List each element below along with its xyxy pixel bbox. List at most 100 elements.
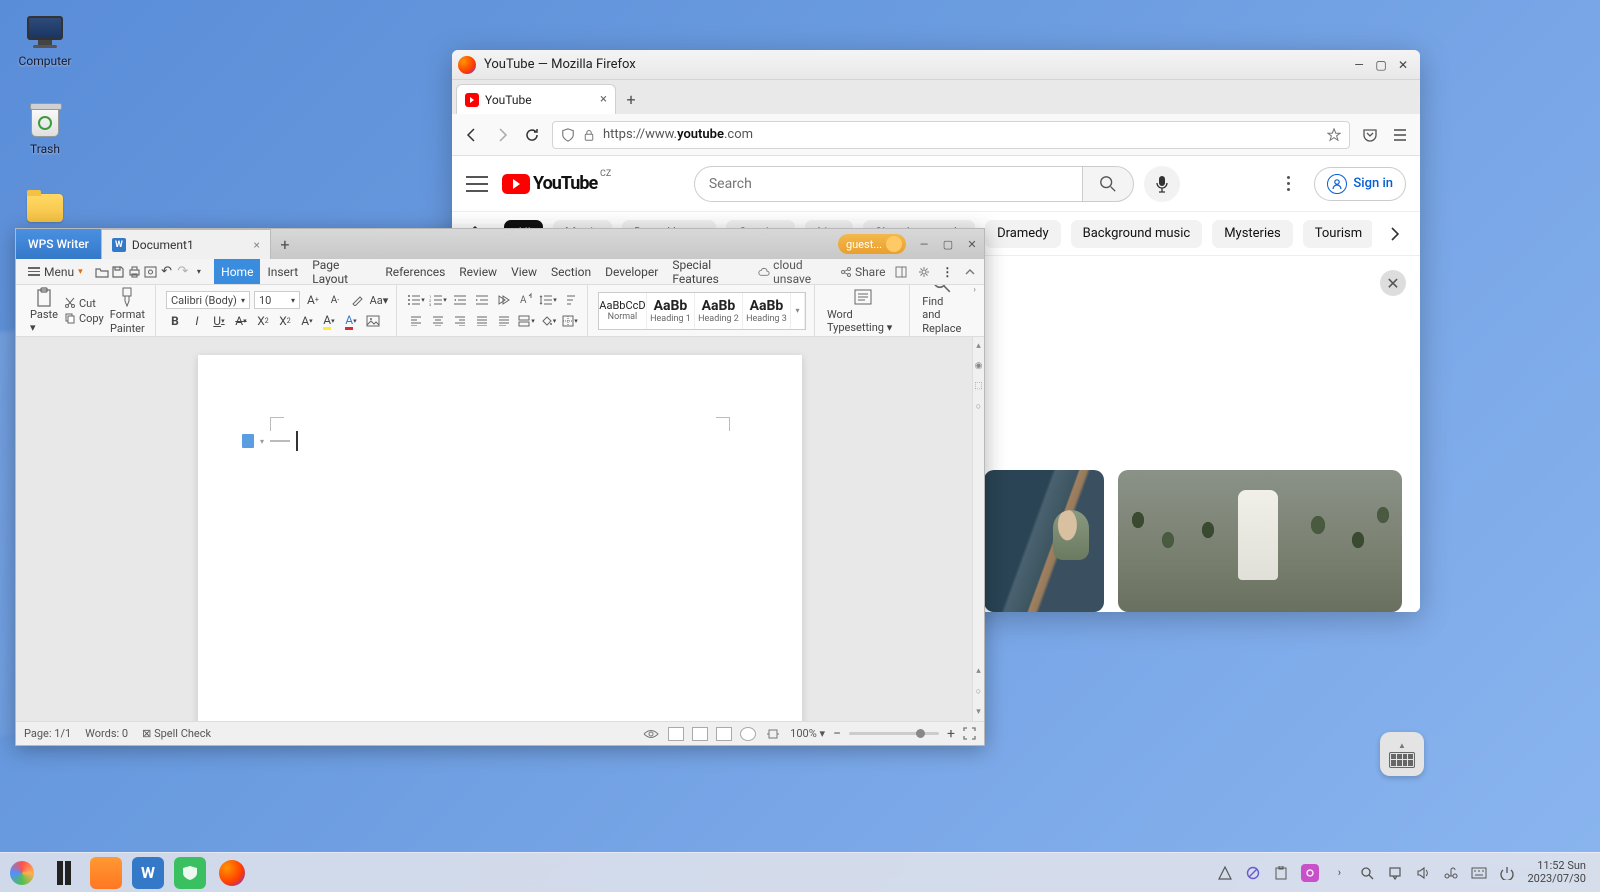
wps-new-tab-button[interactable]: + <box>271 229 299 259</box>
shrink-font-button[interactable]: A- <box>326 291 344 309</box>
chip-scroll-next-button[interactable] <box>1382 221 1408 247</box>
desktop-icon-computer[interactable]: Computer <box>10 14 80 68</box>
desktop-icon-trash[interactable]: Trash <box>10 102 80 156</box>
wps-task-pane-button[interactable] <box>894 263 909 281</box>
style-heading-2[interactable]: AaBbHeading 2 <box>695 293 743 329</box>
chip-mysteries[interactable]: Mysteries <box>1212 220 1293 248</box>
banner-close-button[interactable]: ✕ <box>1380 270 1406 296</box>
desktop-icon-folder[interactable] <box>10 190 80 230</box>
zoom-slider[interactable] <box>849 732 939 735</box>
shading-button[interactable]: ▾ <box>539 312 557 330</box>
tray-dnd-button[interactable] <box>1245 865 1261 881</box>
italic-button[interactable]: I <box>188 312 206 330</box>
firefox-menu-button[interactable] <box>1390 125 1410 145</box>
tab-settings-button[interactable] <box>495 291 513 309</box>
line-spacing-button[interactable]: ▾ <box>539 291 557 309</box>
close-button[interactable]: ✕ <box>1392 55 1414 75</box>
tray-network-button[interactable] <box>1443 865 1459 881</box>
decrease-indent-button[interactable] <box>451 291 469 309</box>
wps-close-button[interactable]: ✕ <box>960 229 984 259</box>
quick-access-customize-button[interactable]: ▾ <box>191 263 207 281</box>
reload-button[interactable] <box>522 125 542 145</box>
pocket-button[interactable] <box>1360 125 1380 145</box>
wps-document-tab[interactable]: W Document1 × <box>101 229 271 259</box>
bullet-list-button[interactable]: ▾ <box>407 291 425 309</box>
quick-redo-button[interactable]: ↷ <box>175 263 191 281</box>
youtube-settings-button[interactable] <box>1276 176 1300 191</box>
document-page[interactable]: ▾ <box>198 355 802 721</box>
share-button[interactable]: Share <box>840 265 886 279</box>
fullscreen-button[interactable] <box>963 727 976 740</box>
quick-undo-button[interactable]: ↶ <box>159 263 175 281</box>
wps-app-tab[interactable]: WPS Writer <box>16 229 101 259</box>
status-page[interactable]: Page: 1/1 <box>24 727 71 740</box>
sort-button[interactable] <box>561 291 579 309</box>
quick-print-preview-button[interactable] <box>142 263 158 281</box>
ribbon-scroll-right-button[interactable]: › <box>973 285 976 295</box>
side-find-button[interactable]: ○ <box>976 686 981 697</box>
tray-clipboard-button[interactable] <box>1273 865 1289 881</box>
menu-tab-view[interactable]: View <box>504 259 544 284</box>
video-thumbnail-2[interactable] <box>1118 470 1402 612</box>
status-words[interactable]: Words: 0 <box>85 727 128 740</box>
zoom-level[interactable]: 100% ▾ <box>790 727 825 740</box>
page-icon[interactable] <box>242 434 254 448</box>
taskbar-clock[interactable]: 11:52 Sun 2023/07/30 <box>1527 860 1594 885</box>
video-thumbnail-1[interactable] <box>984 470 1104 612</box>
font-name-select[interactable]: Calibri (Body)▾ <box>166 291 250 309</box>
wps-maximize-button[interactable]: ▢ <box>936 229 960 259</box>
view-web-button[interactable] <box>740 727 756 741</box>
side-next-button[interactable]: ▾ <box>976 707 981 717</box>
change-case-button[interactable]: Aa▾ <box>370 291 388 309</box>
cut-button[interactable]: Cut <box>64 297 104 310</box>
align-justify-button[interactable] <box>473 312 491 330</box>
taskbar-app-1[interactable] <box>90 857 122 889</box>
paste-button[interactable]: Paste ▾ <box>28 287 60 334</box>
chip-background-music[interactable]: Background music <box>1071 220 1203 248</box>
style-heading-3[interactable]: AaBbHeading 3 <box>743 293 791 329</box>
grow-font-button[interactable]: A+ <box>304 291 322 309</box>
menu-tab-section[interactable]: Section <box>544 259 598 284</box>
firefox-titlebar[interactable]: YouTube — Mozilla Firefox — ▢ ✕ <box>452 50 1420 80</box>
side-up-button[interactable]: ▴ <box>976 341 981 351</box>
tray-expand-button[interactable]: › <box>1331 865 1347 881</box>
taskbar-app-3[interactable] <box>174 857 206 889</box>
insert-image-button[interactable] <box>364 312 382 330</box>
tray-search-button[interactable] <box>1359 865 1375 881</box>
forward-button[interactable] <box>492 125 512 145</box>
wps-settings-button[interactable] <box>917 263 932 281</box>
style-gallery-more-button[interactable]: ▾ <box>791 293 805 329</box>
style-gallery[interactable]: AaBbCcDNormal AaBbHeading 1 AaBbHeading … <box>598 292 806 330</box>
menu-tab-references[interactable]: References <box>378 259 452 284</box>
style-heading-1[interactable]: AaBbHeading 1 <box>647 293 695 329</box>
url-bar[interactable]: https://www.youtube.com <box>552 121 1350 149</box>
side-prev-button[interactable]: ▴ <box>976 666 981 676</box>
tray-screenshot-button[interactable] <box>1301 864 1319 882</box>
wps-more-button[interactable]: ⋮ <box>940 263 955 281</box>
word-typesetting-button[interactable]: Word Typesetting ▾ <box>825 287 901 334</box>
minimize-button[interactable]: — <box>1348 55 1370 75</box>
tray-tools-button[interactable] <box>1217 865 1233 881</box>
tab-close-button[interactable]: × <box>600 92 607 107</box>
numbered-list-button[interactable]: 123▾ <box>429 291 447 309</box>
align-right-button[interactable] <box>451 312 469 330</box>
taskbar-launcher-button[interactable] <box>6 857 38 889</box>
align-distribute-button[interactable] <box>495 312 513 330</box>
align-center-button[interactable] <box>429 312 447 330</box>
menu-tab-insert[interactable]: Insert <box>260 259 305 284</box>
youtube-menu-button[interactable] <box>466 176 488 192</box>
highlight-button[interactable]: A▾ <box>320 312 338 330</box>
strikethrough-button[interactable]: A▾ <box>232 312 250 330</box>
taskbar-app-wps[interactable]: W <box>132 857 164 889</box>
underline-button[interactable]: U▾ <box>210 312 228 330</box>
zoom-in-button[interactable]: + <box>947 726 955 742</box>
text-effect-button[interactable]: A▾ <box>298 312 316 330</box>
subscript-button[interactable]: X2 <box>276 312 294 330</box>
chip-tourism[interactable]: Tourism <box>1303 220 1372 248</box>
youtube-voice-search-button[interactable] <box>1144 166 1180 202</box>
ribbon-collapse-button[interactable] <box>963 263 978 281</box>
increase-indent-button[interactable] <box>473 291 491 309</box>
onscreen-keyboard-button[interactable]: ▲ <box>1380 732 1424 776</box>
tray-power-button[interactable] <box>1499 865 1515 881</box>
browser-tab-youtube[interactable]: YouTube × <box>456 84 616 114</box>
